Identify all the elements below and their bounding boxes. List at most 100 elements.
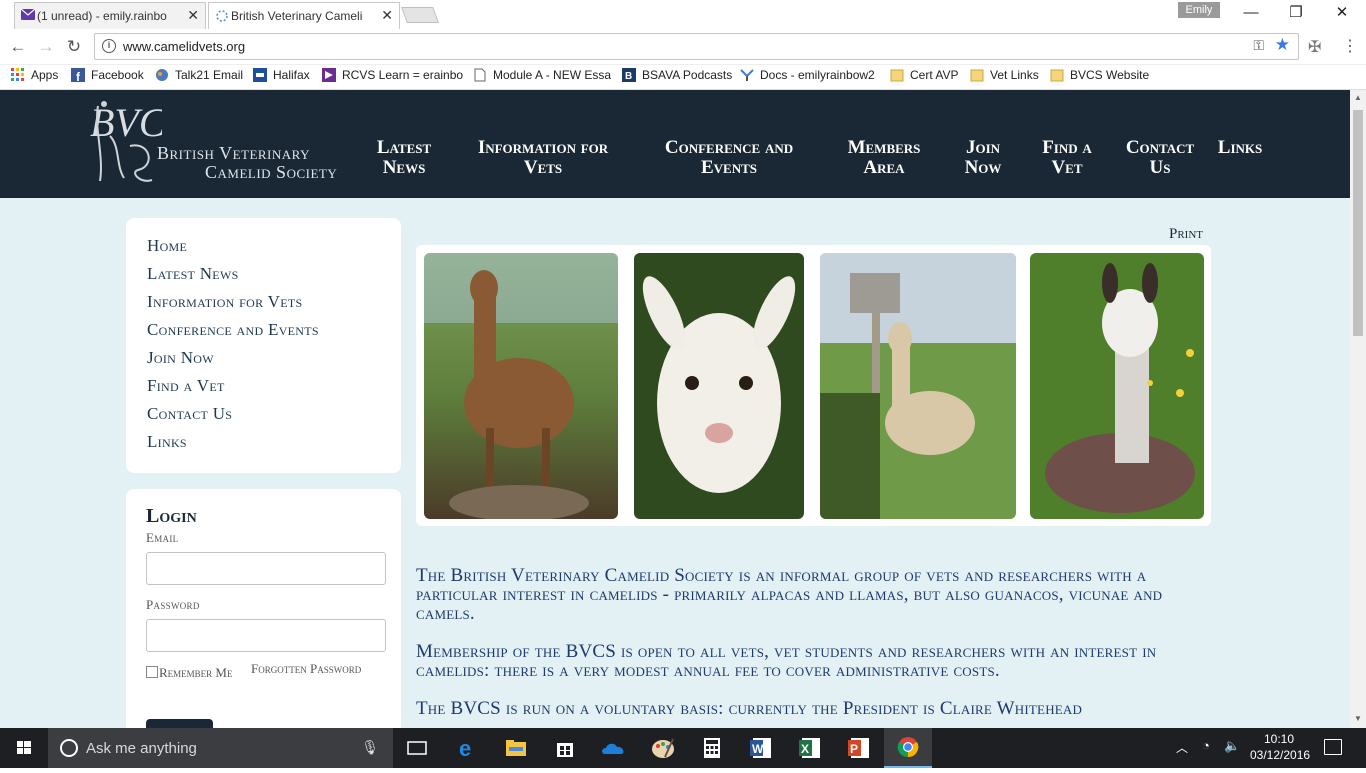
task-view-icon[interactable] xyxy=(393,728,441,768)
bookmarks-bar: Apps f Facebook Talk21 Email Halifax RCV… xyxy=(0,65,1366,90)
notifications-icon[interactable] xyxy=(1324,739,1342,755)
nav-links[interactable]: Links xyxy=(1212,138,1268,158)
bookmark-apps[interactable]: Apps xyxy=(11,68,58,82)
search-placeholder: Ask me anything xyxy=(86,740,197,757)
nav-members-area[interactable]: Members Area xyxy=(840,138,928,178)
paint-icon[interactable] xyxy=(639,728,687,768)
bookmark-label: Halifax xyxy=(273,68,310,82)
windows-logo-icon xyxy=(17,741,31,754)
email-field[interactable] xyxy=(146,552,386,585)
bookmark-rcvs[interactable]: RCVS Learn = erainbo xyxy=(322,68,463,82)
password-field[interactable] xyxy=(146,619,386,652)
remember-me-label[interactable]: Remember Me xyxy=(159,665,232,681)
svg-text:X: X xyxy=(801,742,809,756)
sidebar-item-join-now[interactable]: Join Now xyxy=(147,347,401,375)
sidebar-item-home[interactable]: Home xyxy=(147,235,401,263)
nav-line: Members xyxy=(847,137,921,158)
sidebar-item-contact-us[interactable]: Contact Us xyxy=(147,403,401,431)
logo-text[interactable]: British Veterinary Camelid Society xyxy=(157,144,337,182)
forward-icon[interactable]: → xyxy=(36,37,56,57)
calculator-icon[interactable] xyxy=(688,728,736,768)
nav-conference-and-events[interactable]: Conference and Events xyxy=(648,138,810,178)
folder-icon xyxy=(970,68,984,82)
nav-line: Now xyxy=(964,157,1002,178)
nav-line: News xyxy=(382,157,426,178)
membership-paragraph: Membership of the BVCS is open to all ve… xyxy=(416,641,1157,681)
chrome-menu-icon[interactable]: ⋮ xyxy=(1342,36,1358,56)
edge-icon[interactable]: e xyxy=(444,728,492,768)
bookmark-vet-links[interactable]: Vet Links xyxy=(970,68,1039,82)
bookmark-talk21[interactable]: Talk21 Email xyxy=(155,68,243,82)
address-row: ← → ↻ i www.camelidvets.org ⚿ ★ ✠ ⋮ xyxy=(0,29,1366,65)
bvcs-logo[interactable]: BVCS xyxy=(90,96,162,188)
docs-icon xyxy=(740,68,754,82)
file-explorer-icon[interactable] xyxy=(492,728,540,768)
close-window-icon[interactable]: ✕ xyxy=(1332,4,1352,22)
nav-latest-news[interactable]: Latest News xyxy=(368,138,440,178)
chevron-up-icon[interactable]: ︿ xyxy=(1176,739,1188,756)
chrome-icon[interactable] xyxy=(884,728,932,768)
reload-icon[interactable]: ↻ xyxy=(64,37,84,57)
forgotten-password-link[interactable]: Forgotten Password xyxy=(251,661,361,677)
tab-bvcs[interactable]: British Veterinary Camelic ✕ xyxy=(208,2,400,29)
word-icon[interactable]: W xyxy=(737,728,785,768)
sidebar-item-find-a-vet[interactable]: Find a Vet xyxy=(147,375,401,403)
bookmark-docs[interactable]: Docs - emilyrainbow2 xyxy=(740,68,875,82)
sidebar-item-latest-news[interactable]: Latest News xyxy=(147,263,401,291)
close-tab-icon[interactable]: ✕ xyxy=(381,7,393,24)
nav-line: Find a xyxy=(1042,137,1092,158)
sidebar-item-links[interactable]: Links xyxy=(147,431,401,459)
nav-line: Join xyxy=(965,137,1001,158)
bookmark-bvcs-website[interactable]: BVCS Website xyxy=(1050,68,1149,82)
nav-line: Information for xyxy=(477,137,609,158)
onedrive-icon[interactable] xyxy=(590,728,638,768)
bookmark-cert-avp[interactable]: Cert AVP xyxy=(890,68,958,82)
login-button[interactable] xyxy=(146,719,213,728)
tab-mail[interactable]: (1 unread) - emily.rainbo ✕ xyxy=(14,2,206,29)
info-icon[interactable]: i xyxy=(102,39,116,53)
bookmark-halifax[interactable]: Halifax xyxy=(253,68,310,82)
key-icon[interactable]: ⚿ xyxy=(1253,37,1264,54)
sidebar-item-information-for-vets[interactable]: Information for Vets xyxy=(147,291,401,319)
powerpoint-icon[interactable]: P xyxy=(835,728,883,768)
url-text[interactable]: www.camelidvets.org xyxy=(123,39,245,54)
halifax-icon xyxy=(253,68,267,82)
intro-content: The British Veterinary Camelid Society i… xyxy=(416,566,1216,728)
print-link[interactable]: Print xyxy=(1169,226,1203,243)
page-scrollbar[interactable]: ▲ ▼ xyxy=(1350,90,1366,728)
bookmark-module-a[interactable]: Module A - NEW Essa xyxy=(473,68,611,82)
address-bar[interactable]: i www.camelidvets.org ⚿ ★ xyxy=(94,33,1299,60)
clock[interactable]: 10:10 03/12/2016 xyxy=(1250,731,1310,763)
bookmark-label: BVCS Website xyxy=(1070,68,1150,82)
svg-text:e: e xyxy=(459,737,471,759)
cortana-search-box[interactable]: Ask me anything 🎙 xyxy=(48,728,393,768)
nav-join-now[interactable]: Join Now xyxy=(956,138,1010,178)
windows-taskbar: Ask me anything 🎙 e W X P ︿ ◔ 🔈 10:10 03… xyxy=(0,728,1366,768)
scroll-up-icon[interactable]: ▲ xyxy=(1354,93,1362,102)
start-button[interactable] xyxy=(0,728,48,768)
page-icon xyxy=(473,68,487,82)
nav-information-for-vets[interactable]: Information for Vets xyxy=(462,138,624,178)
scroll-thumb[interactable] xyxy=(1353,110,1363,336)
profile-badge[interactable]: Emily xyxy=(1178,2,1220,18)
excel-icon[interactable]: X xyxy=(786,728,834,768)
sidebar-item-conference-and-events[interactable]: Conference and Events xyxy=(147,319,401,347)
volume-icon[interactable]: 🔈 xyxy=(1224,738,1240,754)
new-tab-button[interactable] xyxy=(401,7,439,23)
back-icon[interactable]: ← xyxy=(8,37,28,57)
bookmark-facebook[interactable]: f Facebook xyxy=(71,68,144,84)
remember-me-checkbox[interactable] xyxy=(146,666,158,678)
microphone-icon[interactable]: 🎙 xyxy=(361,739,379,756)
bookmark-star-icon[interactable]: ★ xyxy=(1275,35,1290,55)
store-icon[interactable] xyxy=(541,728,589,768)
wifi-icon[interactable]: ◔ xyxy=(1202,738,1210,753)
nav-contact-us[interactable]: Contact Us xyxy=(1117,138,1203,178)
close-tab-icon[interactable]: ✕ xyxy=(187,7,199,24)
minimize-icon[interactable]: — xyxy=(1241,4,1261,22)
nav-line: Area xyxy=(863,157,905,178)
bookmark-bsava[interactable]: B BSAVA Podcasts xyxy=(622,68,732,82)
nav-find-a-vet[interactable]: Find a Vet xyxy=(1034,138,1100,178)
scroll-down-icon[interactable]: ▼ xyxy=(1354,714,1362,723)
extension-icon[interactable]: ✠ xyxy=(1308,37,1321,57)
restore-icon[interactable]: ❐ xyxy=(1286,4,1306,22)
